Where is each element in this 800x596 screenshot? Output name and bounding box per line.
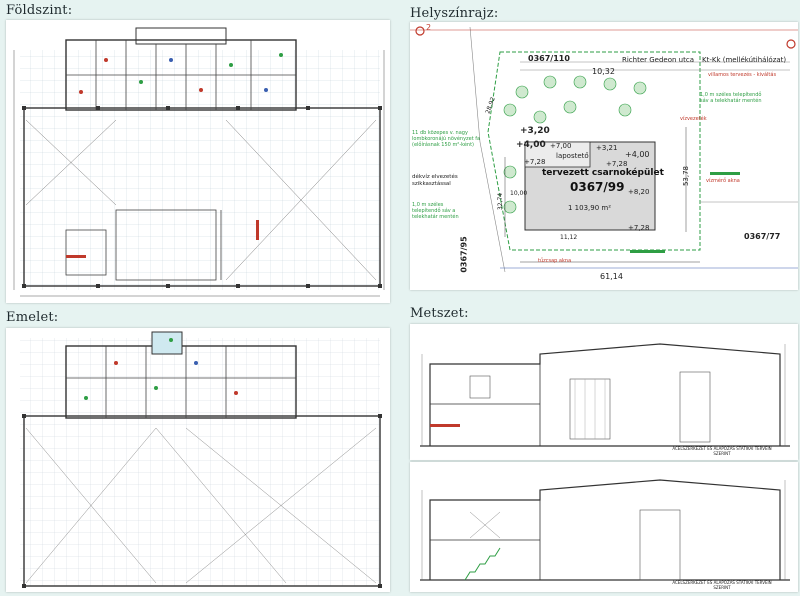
elev-h: +7,28 xyxy=(628,224,650,232)
note-trees: 11 db közepes v. nagy lombkoronájú növén… xyxy=(412,130,481,148)
section-drawing-2: ACÉLSZERKEZET ÉS ALAPOZÁS STATIKAI TERVE… xyxy=(410,462,798,592)
dim-left: 32,74 xyxy=(497,192,505,211)
lot-left-number: 0367/95 xyxy=(459,236,469,273)
elev-c: +4,00 xyxy=(516,140,546,150)
dim-total: 61,14 xyxy=(600,272,623,281)
util-note: villamos tervezés - kiváltás xyxy=(708,72,777,78)
line-meter: vízmérő akna xyxy=(706,178,740,184)
building-title: tervezett csarnoképület xyxy=(542,168,664,178)
elev-d: +3,21 xyxy=(596,144,618,152)
utility-label: Kt-Kk (mellékútihálózat) xyxy=(702,56,787,64)
building-area: 1 103,90 m² xyxy=(568,204,612,212)
site-marker: 2 xyxy=(426,23,432,32)
elev-e: +7,28 xyxy=(524,158,546,166)
lot-number: 0367/99 xyxy=(570,180,625,194)
elev-f: +8,20 xyxy=(628,188,650,196)
upper-floor-plan xyxy=(6,328,390,592)
elev-a: +3,20 xyxy=(520,126,550,136)
elev-i: +7,28 xyxy=(606,160,628,168)
line-hydrant: tűzcsap akna xyxy=(538,258,572,264)
line-water: vízvezeték xyxy=(680,116,707,122)
site-plan-title: Helyszínrajz: xyxy=(410,6,499,21)
dim-bottom: 11,12 xyxy=(560,234,578,241)
elev-b: +7,00 xyxy=(550,142,572,150)
lot-top-number: 0367/110 xyxy=(528,54,570,63)
note-waste: dékvíz elvezetés szikkasztással xyxy=(412,174,458,187)
flat-roof-label: lapostető xyxy=(556,152,589,160)
note-strip-right: 1,0 m széles telepítendő sáv a telekhatá… xyxy=(700,92,762,104)
section-caption-2: ACÉLSZERKEZET ÉS ALAPOZÁS STATIKAI TERVE… xyxy=(672,580,772,590)
dim-height: 10,32 xyxy=(592,67,615,76)
upper-floor-title: Emelet: xyxy=(6,310,59,325)
lot-right-number: 0367/77 xyxy=(744,232,781,241)
section-drawing-1: ACÉLSZERKEZET ÉS ALAPOZÁS STATIKAI TERVE… xyxy=(410,324,798,460)
section-title: Metszet: xyxy=(410,306,469,321)
section-caption-1: ACÉLSZERKEZET ÉS ALAPOZÁS STATIKAI TERVE… xyxy=(672,446,772,456)
elev-g: +4,00 xyxy=(625,150,650,159)
dim-side: 53,78 xyxy=(682,165,691,187)
dim-inner: 10,00 xyxy=(510,190,528,197)
site-plan: 2 0367/110 Richter Gedeon utca Kt-Kk (me… xyxy=(410,22,798,290)
note-strip-left: 1,0 m széles telepítendő sáv a telekhatá… xyxy=(412,202,459,220)
ground-floor-plan xyxy=(6,20,390,303)
ground-floor-title: Földszint: xyxy=(6,3,73,18)
street-name: Richter Gedeon utca xyxy=(622,56,694,64)
